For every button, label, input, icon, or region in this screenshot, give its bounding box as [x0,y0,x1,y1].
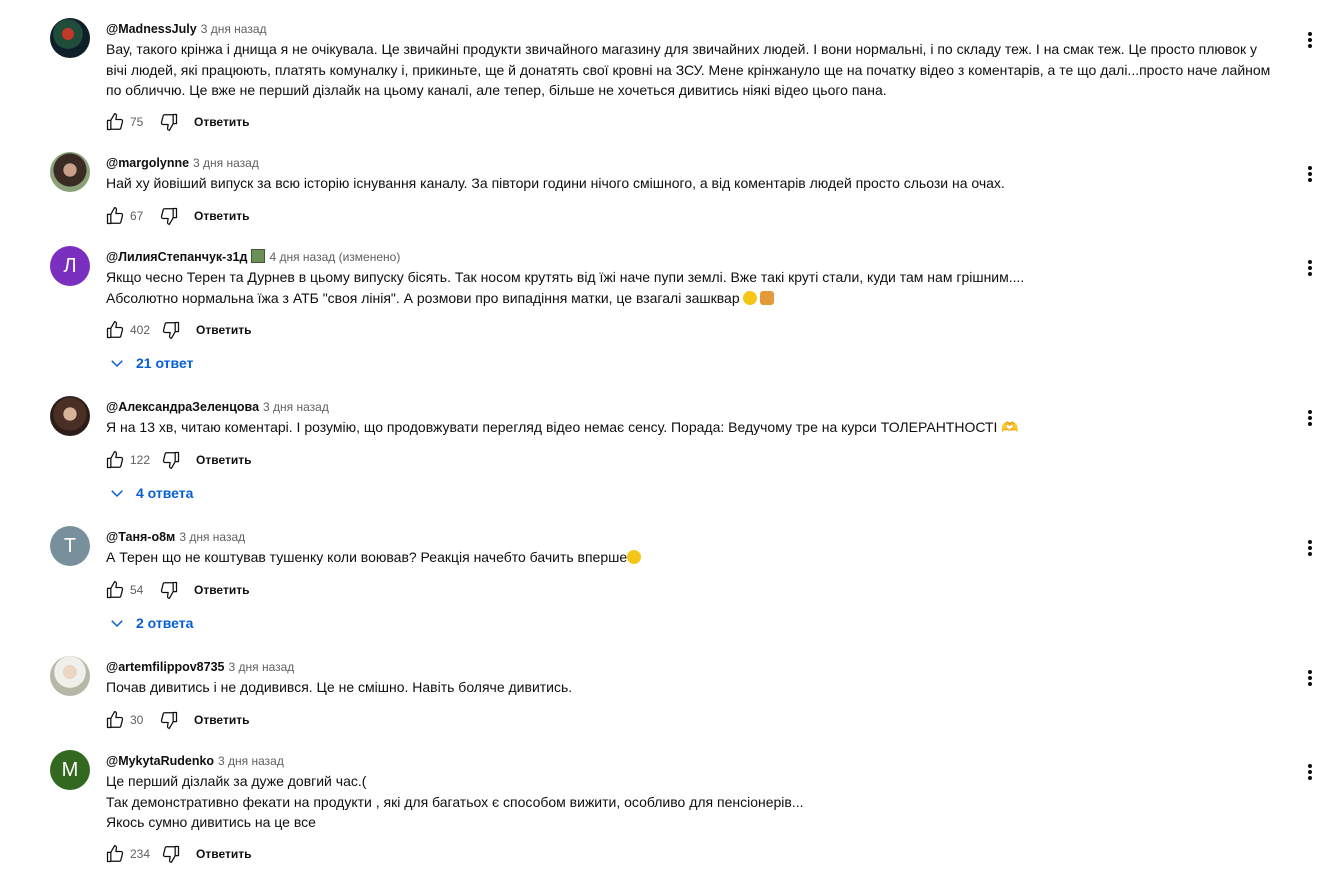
avatar[interactable] [50,18,90,58]
avatar[interactable] [50,396,90,436]
comment-author[interactable]: @MadnessJuly [106,22,197,36]
chevron-down-icon [111,490,123,498]
comment-time[interactable]: 3 дня назад [193,156,259,170]
more-vert-icon[interactable] [1300,760,1320,784]
avatar[interactable]: M [50,750,90,790]
avatar[interactable] [50,152,90,192]
person-emoji-icon [759,290,774,305]
surprised-emoji-icon [627,550,642,564]
avatar[interactable] [50,656,90,696]
comment-text: Я на 13 хв, читаю коментарі. І розумію, … [106,419,1019,435]
comment-time[interactable]: 3 дня назад [218,754,284,768]
comment-time[interactable]: 3 дня назад [263,400,329,414]
reply-button[interactable]: Ответить [196,323,251,337]
like-icon[interactable] [104,579,126,601]
replies-count[interactable]: 21 ответ [136,355,193,371]
like-count: 122 [130,453,151,467]
member-badge-icon [251,249,266,263]
reply-button[interactable]: Ответить [194,713,249,727]
comment-text: Вау, такого крінжа і днища я не очікувал… [106,41,1271,98]
dislike-icon[interactable] [158,111,180,133]
comment-actions: 75 Ответить [104,110,249,134]
comment-text: Най ху йовіший випуск за всю історію існ… [106,175,1005,191]
comment-time[interactable]: 3 дня назад [201,22,267,36]
avatar[interactable]: Т [50,526,90,566]
comment-actions: 54 Ответить [104,578,249,602]
reply-button[interactable]: Ответить [194,583,249,597]
comment-text: Це перший дізлайк за дуже довгий час.( Т… [106,773,804,830]
reply-button[interactable]: Ответить [194,209,249,223]
dislike-icon[interactable] [160,319,182,341]
replies-count[interactable]: 4 ответа [136,485,193,501]
like-icon[interactable] [104,843,126,865]
more-vert-icon[interactable] [1300,666,1320,690]
avatar[interactable]: Л [50,246,90,286]
like-icon[interactable] [104,319,126,341]
more-vert-icon[interactable] [1300,256,1320,280]
replies-count[interactable]: 2 ответа [136,615,193,631]
comment-text: Почав дивитись і не додивився. Це не смі… [106,679,573,695]
like-count: 30 [130,713,144,727]
comment-text: А Терен що не коштував тушенку коли воюв… [106,547,1296,568]
comment-author[interactable]: @artemfilippov8735 [106,660,224,674]
chevron-down-icon [111,620,123,628]
like-count: 402 [130,323,151,337]
reply-button[interactable]: Ответить [194,115,249,129]
like-count: 67 [130,209,144,223]
unamused-emoji-icon [742,290,757,305]
show-replies-button[interactable]: 4 ответа [108,481,193,505]
like-icon[interactable] [104,449,126,471]
dislike-icon[interactable] [160,449,182,471]
comment-author[interactable]: @margolynne [106,156,189,170]
more-vert-icon[interactable] [1300,28,1320,52]
comment-author[interactable]: @АлександраЗеленцова [106,400,259,414]
comment-actions: 234 Ответить [104,842,251,866]
more-vert-icon[interactable] [1300,536,1320,560]
dislike-icon[interactable] [158,205,180,227]
comment-author[interactable]: @MykytaRudenko [106,754,214,768]
dislike-icon[interactable] [160,843,182,865]
more-vert-icon[interactable] [1300,406,1320,430]
reply-button[interactable]: Ответить [196,453,251,467]
like-icon[interactable] [104,709,126,731]
comment-author[interactable]: @Таня-о8м [106,530,175,544]
like-icon[interactable] [104,205,126,227]
reply-button[interactable]: Ответить [196,847,251,861]
show-replies-button[interactable]: 2 ответа [108,611,193,635]
comment-time[interactable]: 4 дня назад (изменено) [269,250,400,264]
like-icon[interactable] [104,111,126,133]
dislike-icon[interactable] [158,709,180,731]
comment-actions: 122 Ответить [104,448,251,472]
like-count: 75 [130,115,144,129]
comment-actions: 402 Ответить [104,318,251,342]
like-count: 234 [130,847,151,861]
comment-author[interactable]: @ЛилияСтепанчук-з1д [106,250,247,264]
dislike-icon[interactable] [158,579,180,601]
comment-actions: 67 Ответить [104,204,249,228]
comment-time[interactable]: 3 дня назад [228,660,294,674]
comments-section: @MadnessJuly 3 дня назад Вау, такого крін… [0,0,1328,872]
comment-time[interactable]: 3 дня назад [179,530,245,544]
more-vert-icon[interactable] [1300,162,1320,186]
show-replies-button[interactable]: 21 ответ [108,351,193,375]
comment-actions: 30 Ответить [104,708,249,732]
like-count: 54 [130,583,144,597]
comment-text: Якщо чесно Терен та Дурнев в цьому випус… [106,269,1025,306]
chevron-down-icon [111,360,123,368]
